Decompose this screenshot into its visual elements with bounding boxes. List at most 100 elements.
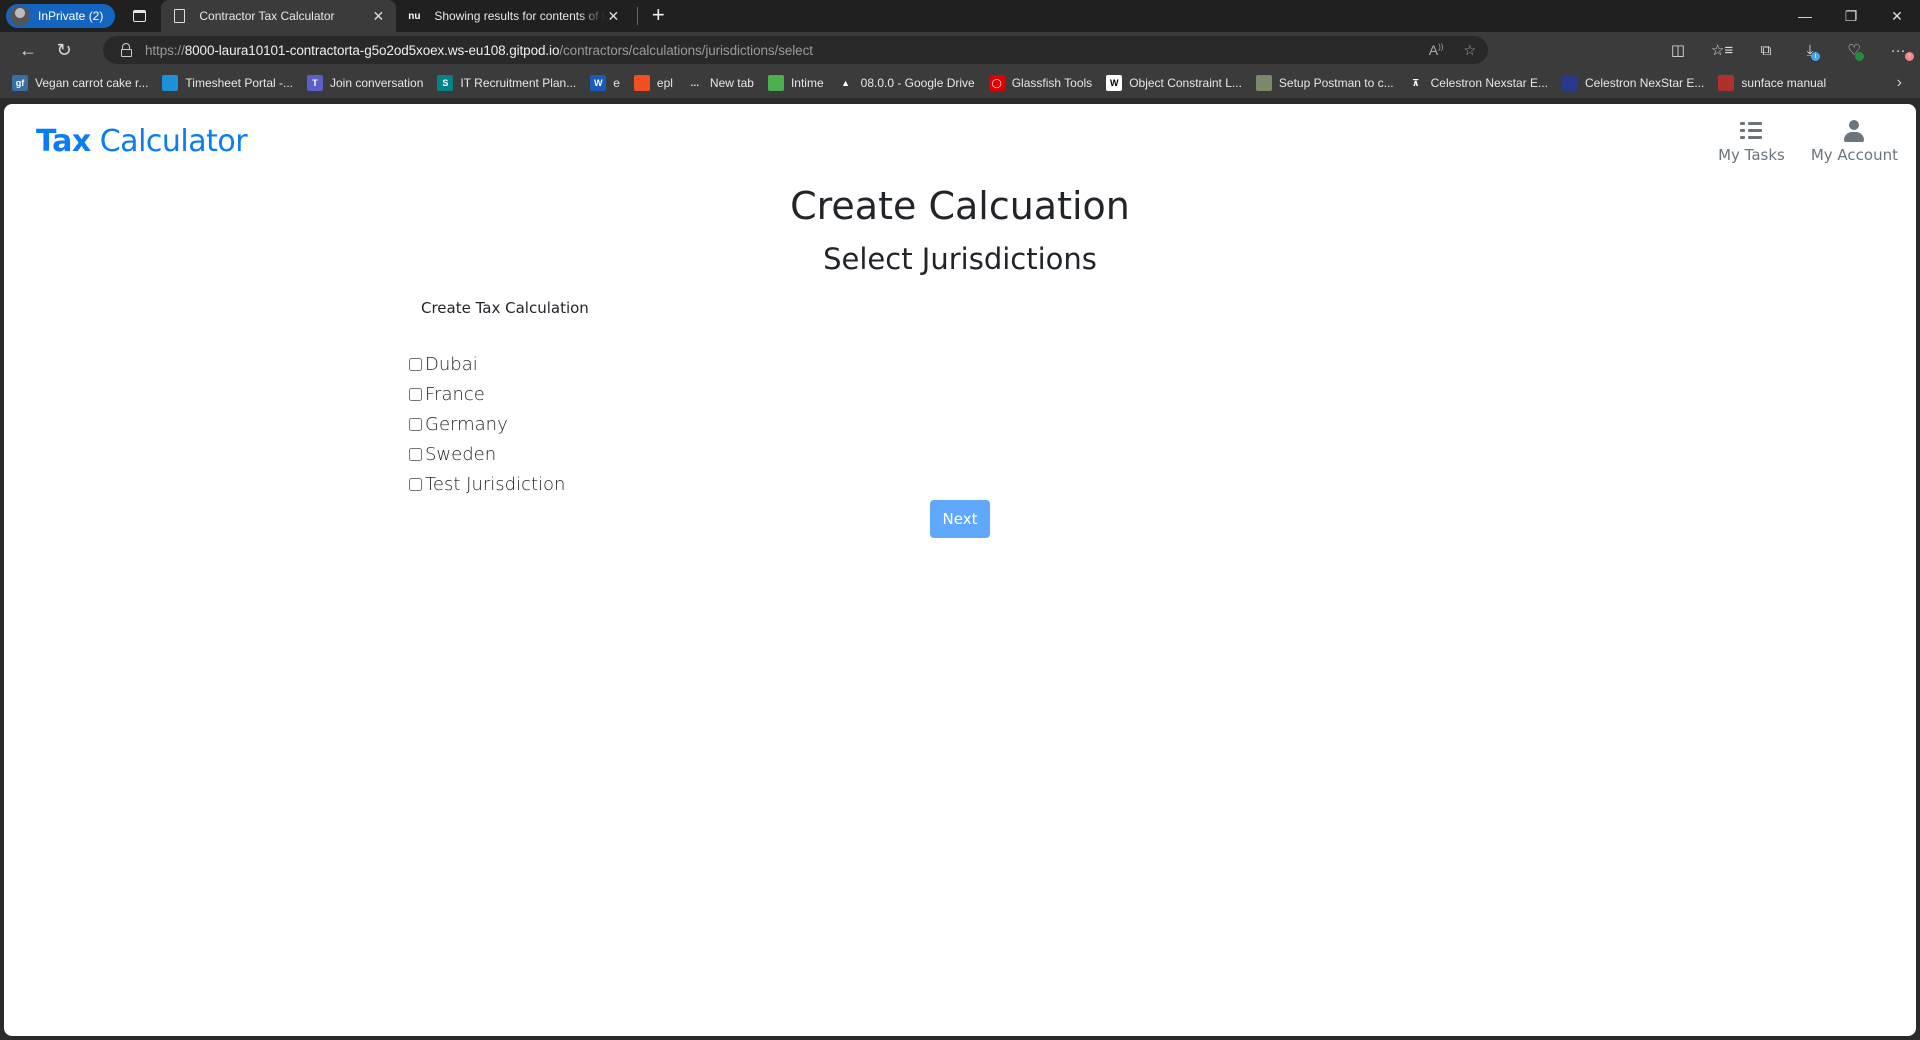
- jurisdiction-option[interactable]: Germany: [404, 409, 565, 439]
- refresh-button[interactable]: ↻: [46, 35, 82, 65]
- bookmark-item[interactable]: Intime: [767, 75, 824, 91]
- bookmark-item[interactable]: T Join conversation: [307, 75, 423, 91]
- read-aloud-icon[interactable]: A)): [1429, 42, 1444, 59]
- page-title: Create Calcuation: [790, 184, 1130, 228]
- page-viewport: Tax Calculator My Tasks My Account Creat…: [4, 104, 1916, 1036]
- bookmark-favicon-icon: [1562, 75, 1579, 91]
- nav-my-account[interactable]: My Account: [1811, 118, 1898, 164]
- close-tab-icon[interactable]: ✕: [605, 8, 621, 25]
- favorite-star-icon[interactable]: ☆: [1463, 42, 1476, 59]
- lock-icon: [119, 43, 133, 57]
- bookmark-item[interactable]: Timesheet Portal -...: [162, 75, 293, 91]
- tab-actions-icon: [132, 10, 146, 22]
- bookmark-item[interactable]: ◯ Glassfish Tools: [988, 75, 1092, 91]
- tab-search-results[interactable]: nu Showing results for contents of t ✕: [396, 0, 631, 32]
- tab-contractor-tax-calculator[interactable]: Contractor Tax Calculator ✕: [161, 0, 397, 32]
- tab-title: Contractor Tax Calculator: [199, 9, 335, 23]
- back-button[interactable]: ←: [10, 35, 46, 65]
- nav-my-tasks[interactable]: My Tasks: [1718, 118, 1785, 164]
- bookmark-item[interactable]: We: [590, 75, 620, 91]
- bookmark-label: Setup Postman to c...: [1278, 76, 1394, 90]
- user-icon: [1844, 120, 1865, 142]
- favorites-button[interactable]: ☆≡: [1700, 35, 1744, 65]
- url-host: 8000-laura10101-contractorta-g5o2od5xoex…: [184, 42, 560, 58]
- jurisdiction-option[interactable]: Sweden: [404, 439, 565, 469]
- close-window-button[interactable]: ✕: [1874, 0, 1920, 32]
- jurisdiction-checkbox[interactable]: [409, 387, 422, 401]
- window-controls: — ❐ ✕: [1782, 0, 1920, 32]
- favorites-list-icon: ☆≡: [1710, 42, 1734, 59]
- back-arrow-icon: ←: [19, 39, 37, 60]
- info-badge-icon: i: [1811, 52, 1820, 61]
- inprivate-profile-button[interactable]: InPrivate (2): [6, 4, 116, 28]
- form-label: Create Tax Calculation: [421, 299, 589, 317]
- close-tab-icon[interactable]: ✕: [370, 8, 386, 25]
- jurisdiction-option[interactable]: Test Jurisdiction: [404, 469, 565, 499]
- jurisdiction-option[interactable]: Dubai: [404, 349, 565, 379]
- refresh-icon: ↻: [56, 39, 72, 60]
- jurisdiction-label: Germany: [425, 413, 508, 435]
- collections-button[interactable]: ⧉: [1744, 35, 1788, 65]
- jurisdiction-label: France: [425, 383, 485, 405]
- address-bar[interactable]: https://8000-laura10101-contractorta-g5o…: [103, 36, 1488, 64]
- bookmarks-overflow-chevron-icon[interactable]: ›: [1897, 74, 1902, 92]
- downloads-button[interactable]: ⤓ i: [1788, 35, 1832, 65]
- settings-more-button[interactable]: ··· ↑: [1876, 35, 1920, 65]
- bookmark-item[interactable]: … New tab: [686, 75, 754, 91]
- bookmark-favicon-icon: T: [307, 75, 323, 91]
- url-text[interactable]: https://8000-laura10101-contractorta-g5o…: [145, 43, 813, 58]
- bookmark-label: 08.0.0 - Google Drive: [860, 76, 975, 90]
- bookmark-item[interactable]: gf Vegan carrot cake r...: [12, 75, 148, 91]
- bookmark-favicon-icon: [1718, 75, 1735, 91]
- collections-icon: ⧉: [1760, 41, 1772, 59]
- jurisdiction-checkbox[interactable]: [409, 417, 422, 431]
- bookmark-item[interactable]: Celestron NexStar E...: [1562, 75, 1704, 91]
- bookmark-item[interactable]: W Object Constraint L...: [1106, 75, 1242, 91]
- browser-tab-strip: InPrivate (2) Contractor Tax Calculator …: [0, 0, 1920, 32]
- bookmark-item[interactable]: epl: [633, 75, 673, 91]
- bookmark-favicon-icon: [767, 75, 784, 91]
- next-button[interactable]: Next: [930, 500, 990, 538]
- page-subtitle: Select Jurisdictions: [823, 242, 1097, 276]
- bookmark-item[interactable]: sunface manual: [1718, 75, 1826, 91]
- brand-bold: Tax: [36, 124, 91, 159]
- jurisdiction-label: Test Jurisdiction: [425, 473, 566, 495]
- bookmark-label: Intime: [790, 76, 824, 90]
- bookmark-favicon-icon: [162, 75, 179, 91]
- bookmark-item[interactable]: ⊼ Celestron Nexstar E...: [1407, 75, 1549, 91]
- bookmark-label: Join conversation: [330, 76, 424, 90]
- tab-actions-button[interactable]: [125, 4, 153, 28]
- jurisdiction-checkbox[interactable]: [409, 447, 422, 461]
- jurisdiction-options: Dubai France Germany Sweden Test Jurisdictio…: [404, 349, 565, 499]
- jurisdiction-label: Sweden: [425, 443, 497, 465]
- check-badge-icon: [1855, 52, 1864, 61]
- bookmark-item[interactable]: ▲ 08.0.0 - Google Drive: [837, 75, 975, 91]
- jurisdiction-checkbox[interactable]: [409, 357, 422, 371]
- bookmark-favicon-icon: [1255, 75, 1272, 91]
- restore-button[interactable]: ❐: [1828, 0, 1874, 32]
- url-scheme: https://: [145, 42, 185, 58]
- jurisdiction-option[interactable]: France: [404, 379, 565, 409]
- bookmark-favicon-icon: W: [590, 75, 607, 91]
- brand-logo-link[interactable]: Tax Calculator: [36, 124, 248, 159]
- inprivate-label: InPrivate (2): [38, 9, 104, 23]
- bookmark-label: Celestron Nexstar E...: [1430, 76, 1549, 90]
- brand-rest: Calculator: [90, 124, 248, 159]
- update-badge-icon: ↑: [1905, 52, 1914, 61]
- document-icon: [171, 8, 187, 24]
- new-tab-button[interactable]: +: [644, 2, 672, 30]
- tab-separator: [637, 7, 639, 25]
- bookmark-label: Object Constraint L...: [1129, 76, 1242, 90]
- bookmark-favicon-icon: W: [1106, 75, 1123, 91]
- jurisdiction-checkbox[interactable]: [409, 477, 422, 491]
- bookmark-item[interactable]: S IT Recruitment Plan...: [437, 75, 576, 91]
- bookmark-item[interactable]: Setup Postman to c...: [1255, 75, 1394, 91]
- split-screen-button[interactable]: ◫: [1656, 35, 1700, 65]
- bookmark-label: e: [613, 76, 620, 90]
- url-path: /contractors/calculations/jurisdictions/…: [559, 42, 813, 58]
- bookmark-favicon-icon: ⊼: [1407, 75, 1424, 91]
- minimize-button[interactable]: —: [1782, 0, 1828, 32]
- bookmark-label: Timesheet Portal -...: [185, 76, 293, 90]
- browser-essentials-button[interactable]: ♡: [1832, 35, 1876, 65]
- bookmark-label: Vegan carrot cake r...: [35, 76, 149, 90]
